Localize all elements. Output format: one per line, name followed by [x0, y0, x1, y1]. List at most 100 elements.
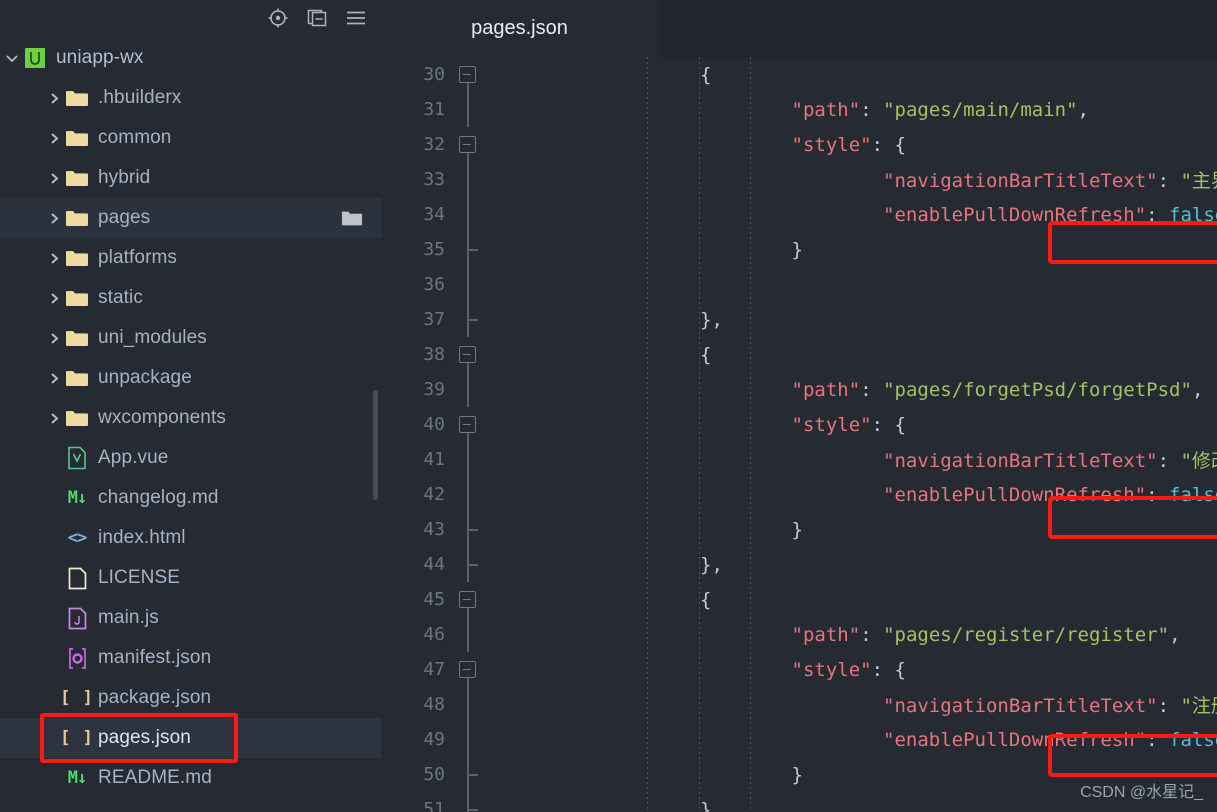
chevron-right-icon[interactable]	[44, 208, 64, 228]
fold-gutter-cell[interactable]	[453, 127, 487, 171]
code-line[interactable]: 39 "path": "pages/forgetPsd/forgetPsd",	[381, 372, 1217, 407]
fold-gutter-cell[interactable]	[453, 757, 487, 792]
code-line[interactable]: 48 "navigationBarTitleText": "注册",	[381, 687, 1217, 722]
fold-gutter-cell[interactable]	[453, 477, 487, 512]
code-line[interactable]: 43 }	[381, 512, 1217, 547]
tree-item-uni-modules[interactable]: uni_modules	[0, 318, 381, 358]
menu-icon[interactable]	[345, 7, 367, 29]
tree-item-common[interactable]: common	[0, 118, 381, 158]
code-line[interactable]: 51 },	[381, 792, 1217, 812]
code-token: }	[517, 763, 803, 786]
fold-gutter-cell[interactable]	[453, 407, 487, 451]
chevron-right-icon[interactable]	[44, 368, 64, 388]
code-line[interactable]: 33 "navigationBarTitleText": "主界面",	[381, 162, 1217, 197]
tree-item-label: LICENSE	[98, 567, 181, 588]
sidebar-scrollbar[interactable]	[373, 390, 378, 500]
chevron-right-icon[interactable]	[44, 248, 64, 268]
code-line[interactable]: 34 "enablePullDownRefresh": false	[381, 197, 1217, 232]
fold-gutter-cell[interactable]	[453, 722, 487, 757]
code-token: {	[517, 343, 712, 366]
fold-gutter-cell[interactable]	[453, 617, 487, 652]
tree-item-license[interactable]: LICENSE	[0, 558, 381, 598]
chevron-down-icon[interactable]	[2, 48, 22, 68]
code-line[interactable]: 31 "path": "pages/main/main",	[381, 92, 1217, 127]
code-line[interactable]: 30 {	[381, 57, 1217, 101]
new-folder-icon[interactable]	[341, 209, 363, 227]
code-token: : {	[871, 133, 906, 156]
fold-gutter-cell[interactable]	[453, 57, 487, 101]
chevron-right-icon[interactable]	[44, 128, 64, 148]
chevron-right-icon[interactable]	[44, 328, 64, 348]
code-line[interactable]: 42 "enablePullDownRefresh": false	[381, 477, 1217, 512]
code-line[interactable]: 47 "style": {	[381, 652, 1217, 696]
code-line[interactable]: 32 "style": {	[381, 127, 1217, 171]
tree-item-main-js[interactable]: main.js	[0, 598, 381, 638]
fold-gutter-cell[interactable]	[453, 582, 487, 626]
fold-gutter-cell[interactable]	[453, 267, 487, 302]
tree-item-package-json[interactable]: [ ] package.json	[0, 678, 381, 718]
code-content[interactable]: 30 {31 "path": "pages/main/main", 32 "sty…	[381, 57, 1217, 812]
fold-collapse-icon[interactable]	[459, 66, 476, 83]
folder-icon	[64, 208, 90, 228]
tree-item-readme-md[interactable]: M↓ README.md	[0, 758, 381, 798]
tree-item-wxcomponents[interactable]: wxcomponents	[0, 398, 381, 438]
collapse-all-icon[interactable]	[306, 7, 328, 29]
fold-gutter-cell[interactable]	[453, 197, 487, 232]
fold-gutter-cell[interactable]	[453, 302, 487, 337]
fold-gutter-cell[interactable]	[453, 232, 487, 267]
tree-item-app-vue[interactable]: App.vue	[0, 438, 381, 478]
code-line[interactable]: 36	[381, 267, 1217, 302]
fold-gutter-cell[interactable]	[453, 512, 487, 547]
fold-gutter-cell[interactable]	[453, 442, 487, 477]
chevron-right-icon[interactable]	[44, 168, 64, 188]
code-line[interactable]: 46 "path": "pages/register/register",	[381, 617, 1217, 652]
tree-root-label: uniapp-wx	[56, 47, 144, 68]
code-line[interactable]: 50 }	[381, 757, 1217, 792]
js-file-icon	[64, 607, 90, 630]
code-line[interactable]: 40 "style": {	[381, 407, 1217, 451]
tree-item-index-html[interactable]: <> index.html	[0, 518, 381, 558]
fold-gutter-cell[interactable]	[453, 162, 487, 197]
fold-gutter-cell[interactable]	[453, 372, 487, 407]
fold-collapse-icon[interactable]	[459, 661, 476, 678]
tab-pages-json[interactable]: pages.json	[381, 0, 658, 57]
tree-item-unpackage[interactable]: unpackage	[0, 358, 381, 398]
tree-item-label: platforms	[98, 247, 178, 268]
fold-collapse-icon[interactable]	[459, 346, 476, 363]
tree-root-uniapp-wx[interactable]: uniapp-wx	[0, 38, 381, 78]
tree-item--hbuilderx[interactable]: .hbuilderx	[0, 78, 381, 118]
tree-item-platforms[interactable]: platforms	[0, 238, 381, 278]
fold-collapse-icon[interactable]	[459, 136, 476, 153]
fold-gutter-cell[interactable]	[453, 337, 487, 381]
code-line[interactable]: 41 "navigationBarTitleText": "修改密码",	[381, 442, 1217, 477]
code-line[interactable]: 35 }	[381, 232, 1217, 267]
tree-item-label: package.json	[98, 687, 212, 708]
fold-gutter-cell[interactable]	[453, 687, 487, 722]
code-line[interactable]: 45 {	[381, 582, 1217, 626]
code-line[interactable]: 37 },	[381, 302, 1217, 337]
tree-item-manifest-json[interactable]: manifest.json	[0, 638, 381, 678]
fold-gutter-cell[interactable]	[453, 547, 487, 582]
tree-item-pages-json[interactable]: [ ] pages.json	[0, 718, 381, 758]
chevron-right-icon[interactable]	[44, 408, 64, 428]
chevron-right-icon[interactable]	[44, 288, 64, 308]
tree-item-changelog-md[interactable]: M↓ changelog.md	[0, 478, 381, 518]
tree-item-hybrid[interactable]: hybrid	[0, 158, 381, 198]
code-line[interactable]: 49 "enablePullDownRefresh": false	[381, 722, 1217, 757]
tree-item-label: manifest.json	[98, 647, 212, 668]
code-line-text: "style": {	[487, 414, 1217, 436]
fold-gutter-cell[interactable]	[453, 792, 487, 812]
fold-guide-line	[467, 477, 469, 512]
code-line[interactable]: 44 },	[381, 547, 1217, 582]
chevron-right-icon[interactable]	[44, 88, 64, 108]
locate-file-icon[interactable]	[267, 7, 289, 29]
fold-gutter-cell[interactable]	[453, 92, 487, 127]
tree-item-pages[interactable]: pages	[0, 198, 381, 238]
code-line-text: {	[487, 344, 1217, 366]
fold-collapse-icon[interactable]	[459, 591, 476, 608]
fold-gutter-cell[interactable]	[453, 652, 487, 696]
code-line[interactable]: 38 {	[381, 337, 1217, 381]
fold-collapse-icon[interactable]	[459, 416, 476, 433]
tree-item-static[interactable]: static	[0, 278, 381, 318]
